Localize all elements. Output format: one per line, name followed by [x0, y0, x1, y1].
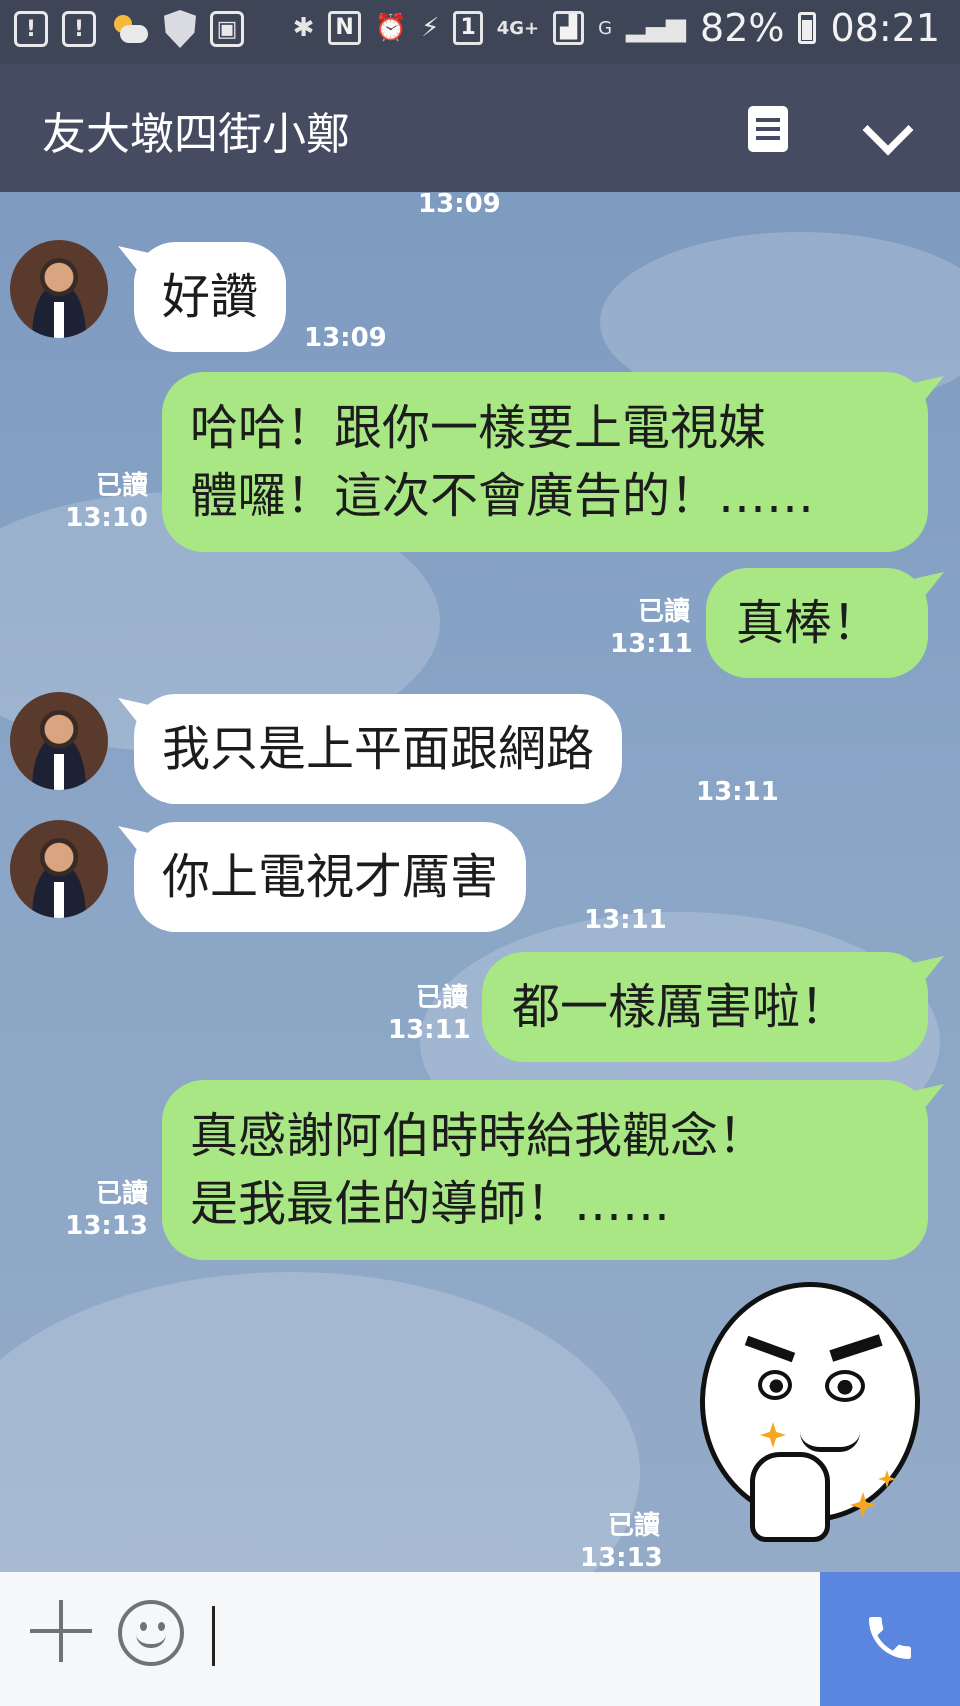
clock: 08:21 [830, 6, 940, 50]
message-text: 我只是上平面跟網路 [162, 721, 595, 777]
data-saver-icon: ⚡ [421, 13, 440, 43]
battery-icon [798, 12, 817, 44]
read-receipt: 已讀 13:11 [388, 983, 471, 1045]
thumbs-up-icon [750, 1452, 830, 1542]
weather-icon [110, 11, 150, 47]
notification-icons: ! ! ▣ [14, 10, 244, 48]
message-input-bar [0, 1572, 960, 1706]
read-receipt: 已讀 13:11 [610, 597, 693, 659]
alert-icon: ! [14, 11, 48, 47]
alarm-icon: ⏰ [374, 13, 408, 43]
message-time: 13:11 [696, 777, 779, 807]
g-label: G [598, 17, 613, 39]
shield-icon [164, 10, 196, 48]
call-button[interactable] [820, 1572, 960, 1706]
message-text: 真棒！ [736, 595, 881, 651]
chat-area[interactable]: 13:09 好讚 13:09 已讀 13:10 哈哈！跟你一樣要上電視媒 體囉！這… [0, 192, 960, 1572]
bluetooth-icon: ✱ [292, 13, 315, 43]
signal-box-icon: ▟ [553, 11, 585, 45]
message-time: 13:09 [304, 323, 387, 353]
incoming-message[interactable]: 你上電視才厲害 [118, 822, 527, 932]
chat-title[interactable]: 友大墩四街小鄭 [42, 98, 350, 162]
read-receipt: 已讀 13:13 [580, 1511, 663, 1572]
system-status: ✱ N ⏰ ⚡ 1 4G+ ▟ G ▂▄▆ 82% 08:21 [293, 6, 940, 50]
message-line: 是我最佳的導師！…… [190, 1176, 671, 1232]
contact-avatar[interactable] [10, 692, 108, 790]
read-receipt: 已讀 13:13 [65, 1179, 148, 1241]
outgoing-message[interactable]: 真棒！ [706, 568, 944, 678]
contact-avatar[interactable] [10, 240, 108, 338]
status-bar: ! ! ▣ ✱ N ⏰ ⚡ 1 4G+ ▟ G ▂▄▆ 82% 08:21 [0, 0, 960, 64]
read-receipt: 已讀 13:10 [65, 471, 148, 533]
outgoing-message[interactable]: 真感謝阿伯時時給我觀念！ 是我最佳的導師！…… [162, 1080, 944, 1260]
thumbs-up-smirk-sticker[interactable] [690, 1282, 930, 1552]
message-text: 好讚 [162, 269, 259, 325]
contact-avatar[interactable] [10, 820, 108, 918]
chat-header: 友大墩四街小鄭 [0, 64, 960, 192]
outgoing-message[interactable]: 哈哈！跟你一樣要上電視媒 體囉！這次不會廣告的！…… [162, 372, 944, 552]
message-text: 你上電視才厲害 [162, 849, 499, 905]
plus-icon[interactable] [30, 1600, 92, 1662]
incoming-message[interactable]: 好讚 [118, 242, 287, 352]
partial-timestamp: 13:09 [418, 192, 501, 219]
outgoing-message[interactable]: 都一樣厲害啦！ [482, 952, 944, 1062]
image-icon: ▣ [210, 11, 244, 47]
message-line: 哈哈！跟你一樣要上電視媒 [190, 400, 767, 456]
emoji-icon[interactable] [118, 1600, 184, 1666]
alert-message-icon: ! [62, 11, 96, 47]
message-line: 真感謝阿伯時時給我觀念！ [190, 1108, 767, 1164]
sim-badge: 1 [453, 11, 483, 45]
nfc-icon: N [328, 11, 361, 45]
incoming-message[interactable]: 我只是上平面跟網路 [118, 694, 623, 804]
message-text: 都一樣厲害啦！ [512, 979, 849, 1035]
message-time: 13:11 [584, 905, 667, 935]
message-line: 體囉！這次不會廣告的！…… [190, 468, 815, 524]
message-input[interactable] [212, 1606, 812, 1666]
network-type: 4G+ [496, 17, 540, 39]
phone-icon [869, 1617, 911, 1659]
notes-menu-icon[interactable] [748, 106, 788, 152]
battery-percent: 82% [700, 6, 785, 50]
signal-icon: ▂▄▆ [626, 13, 687, 43]
